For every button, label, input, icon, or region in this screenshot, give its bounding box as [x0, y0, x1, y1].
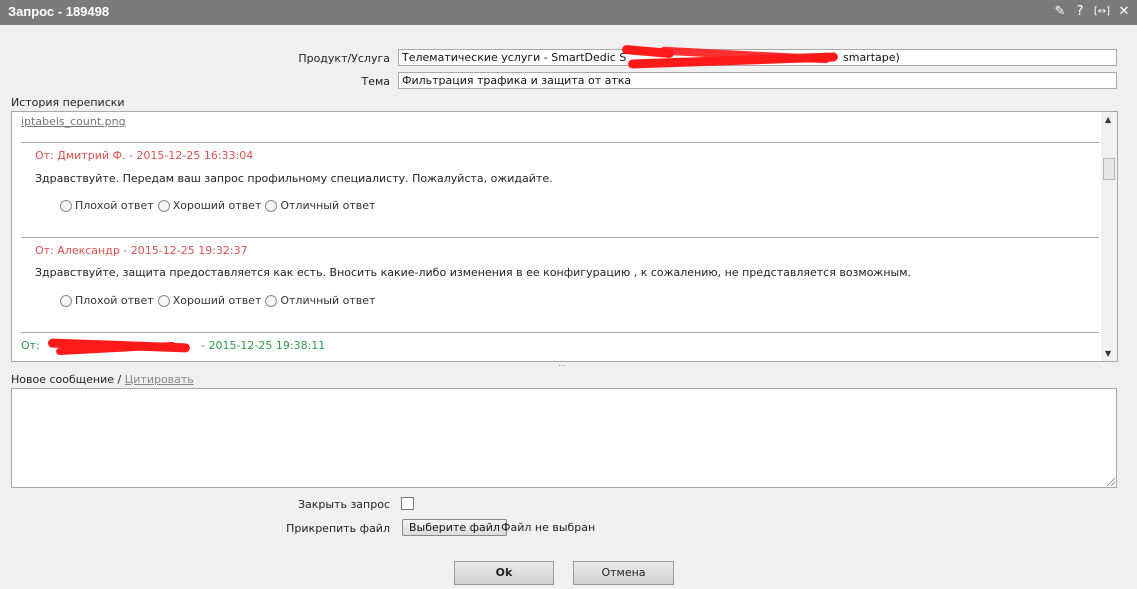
message-separator — [21, 142, 1099, 143]
rating-good[interactable]: Хороший ответ — [157, 199, 262, 212]
rating-label: Плохой ответ — [75, 199, 154, 212]
message-separator — [21, 237, 1099, 238]
scroll-up-icon[interactable]: ▲ — [1105, 115, 1111, 124]
topic-field[interactable]: Фильтрация трафика и защита от атка — [398, 72, 1117, 89]
rating-group: Плохой ответ Хороший ответ Отличный отве… — [60, 294, 379, 307]
file-status: Файл не выбран — [501, 521, 596, 534]
rating-good[interactable]: Хороший ответ — [157, 294, 262, 307]
scroll-down-icon[interactable]: ▼ — [1105, 349, 1111, 358]
rating-label: Хороший ответ — [172, 294, 262, 307]
history-resize-grip[interactable]: ⋯ — [558, 361, 567, 370]
radio-button[interactable] — [60, 294, 72, 307]
rating-group: Плохой ответ Хороший ответ Отличный отве… — [60, 199, 379, 212]
close-request-checkbox[interactable] — [401, 497, 414, 510]
message-header: От: Александр - 2015-12-25 19:32:37 — [35, 244, 248, 257]
history-scrollbar[interactable]: ▲ ▼ — [1101, 112, 1117, 361]
attach-file-label: Прикрепить файл — [286, 522, 390, 535]
rating-bad[interactable]: Плохой ответ — [60, 199, 154, 212]
rating-excellent[interactable]: Отличный ответ — [265, 294, 375, 307]
attachment-link[interactable]: iptabels_count.png — [21, 115, 126, 128]
topic-value: Фильтрация трафика и защита от атка — [402, 74, 632, 87]
rating-bad[interactable]: Плохой ответ — [60, 294, 154, 307]
radio-button[interactable] — [265, 294, 278, 307]
message-header-suffix: - 2015-12-25 19:38:11 — [201, 339, 326, 352]
message-header: От: Дмитрий Ф. - 2015-12-25 16:33:04 — [35, 149, 254, 162]
pin-icon[interactable]: ✎ — [1053, 2, 1067, 20]
rating-excellent[interactable]: Отличный ответ — [265, 199, 375, 212]
ok-button[interactable]: Ok — [454, 561, 554, 585]
choose-file-button[interactable]: Выберите файл — [402, 519, 507, 536]
radio-button[interactable] — [157, 199, 170, 212]
close-icon[interactable]: ✕ — [1117, 2, 1131, 20]
radio-button[interactable] — [157, 294, 170, 307]
message-body: Здравствуйте. Передам ваш запрос профиль… — [35, 172, 553, 185]
resize-icon[interactable]: [↔] — [1093, 2, 1111, 20]
history-content: iptabels_count.png От: Дмитрий Ф. - 2015… — [12, 112, 1102, 361]
close-request-label: Закрыть запрос — [297, 498, 390, 511]
help-icon[interactable]: ? — [1073, 2, 1087, 20]
radio-button[interactable] — [60, 199, 72, 212]
history-panel[interactable]: iptabels_count.png От: Дмитрий Ф. - 2015… — [11, 111, 1118, 362]
cancel-button[interactable]: Отмена — [573, 561, 674, 585]
new-message-textarea[interactable] — [11, 388, 1117, 488]
new-message-label-text: Новое сообщение / — [11, 373, 122, 386]
radio-button[interactable] — [265, 199, 278, 212]
window-title: Запрос - 189498 — [8, 4, 110, 19]
message-header-prefix: От: — [21, 339, 40, 352]
window-titlebar: Запрос - 189498 ✎ ? [↔] ✕ — [0, 0, 1137, 25]
rating-label: Хороший ответ — [172, 199, 262, 212]
rating-label: Плохой ответ — [75, 294, 154, 307]
topic-label: Тема — [361, 75, 390, 88]
product-label: Продукт/Услуга — [298, 52, 390, 65]
rating-label: Отличный ответ — [280, 294, 376, 307]
textarea-resize-icon[interactable] — [1107, 478, 1115, 486]
new-message-label: Новое сообщение / Цитировать — [11, 373, 194, 386]
scroll-thumb[interactable] — [1103, 158, 1115, 180]
message-separator — [21, 332, 1099, 333]
rating-label: Отличный ответ — [280, 199, 376, 212]
cite-link[interactable]: Цитировать — [125, 373, 194, 386]
message-body: Здравствуйте, защита предоставляется как… — [35, 266, 912, 279]
product-value-end: smartape) — [843, 51, 900, 64]
product-value-start: Телематические услуги - SmartDedic S — [402, 51, 627, 64]
history-label: История переписки — [11, 96, 125, 109]
titlebar-icons: ✎ ? [↔] ✕ — [1053, 2, 1131, 20]
